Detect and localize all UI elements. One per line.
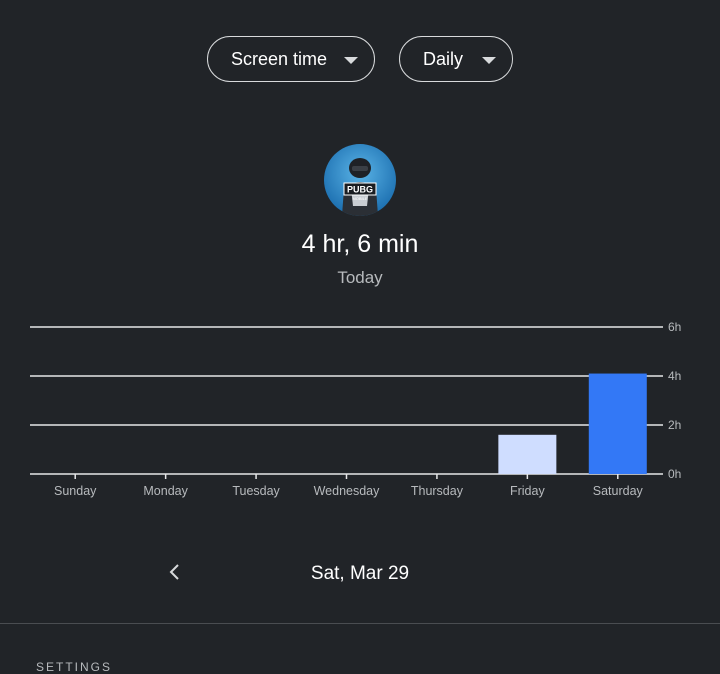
- y-tick-label: 0h: [668, 467, 681, 481]
- caret-down-icon: [482, 57, 496, 64]
- x-tick-label: Wednesday: [314, 484, 381, 498]
- x-tick-label: Sunday: [54, 484, 97, 498]
- x-tick-label: Friday: [510, 484, 545, 498]
- svg-text:PUBG: PUBG: [347, 185, 373, 195]
- y-tick-label: 2h: [668, 418, 681, 432]
- pubg-mobile-icon: PUBG MOBILE: [324, 144, 396, 216]
- metric-dropdown[interactable]: Screen time: [207, 36, 375, 82]
- date-label: Sat, Mar 29: [310, 563, 410, 584]
- bar-friday: [498, 434, 557, 474]
- settings-heading: SETTINGS: [36, 660, 113, 674]
- caret-down-icon: [344, 57, 358, 64]
- period-dropdown-label: Daily: [423, 48, 464, 69]
- x-tick-label: Thursday: [411, 484, 464, 498]
- total-screen-time: 4 hr, 6 min: [301, 230, 419, 258]
- previous-day-button[interactable]: [160, 556, 190, 588]
- y-tick-label: 4h: [668, 369, 681, 383]
- y-tick-label: 6h: [668, 320, 681, 334]
- svg-text:MOBILE: MOBILE: [352, 196, 367, 201]
- period-dropdown[interactable]: Daily: [399, 36, 513, 82]
- usage-bar-chart: 0h 2h 4h 6h Sunday Monday Tuesday Wednesday Thur…: [30, 320, 681, 498]
- divider: [0, 623, 720, 624]
- selected-day-label: Today: [337, 268, 383, 287]
- metric-dropdown-label: Screen time: [231, 48, 328, 69]
- bar-saturday: [588, 373, 647, 474]
- x-tick-label: Tuesday: [232, 484, 280, 498]
- x-tick-label: Monday: [143, 484, 188, 498]
- x-tick-label: Saturday: [593, 484, 644, 498]
- chevron-left-icon: [169, 564, 179, 580]
